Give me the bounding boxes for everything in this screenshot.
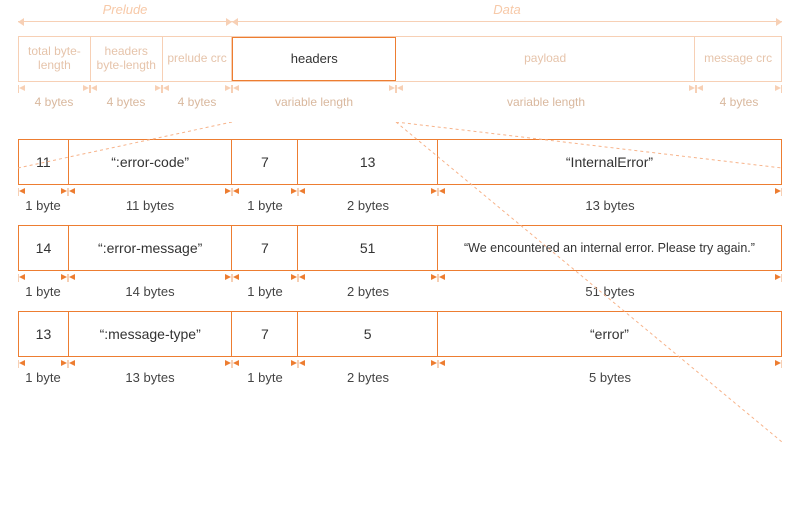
cell-value: “InternalError” [438,140,781,184]
cell-name: “:error-code” [69,140,233,184]
bracket-data: Data [487,2,526,17]
size-label: 1 byte [25,284,60,299]
size-label: 1 byte [247,284,282,299]
cell-type: 7 [232,226,298,270]
field-prelude-crc: prelude crc [163,37,233,81]
field-headers-byte-length: headers byte-length [91,37,163,81]
top-field-row: total byte-length headers byte-length pr… [18,36,782,82]
size-label: variable length [507,95,585,109]
top-size-row: 4 bytes 4 bytes 4 bytes variable length … [18,85,782,103]
cell-name: “:message-type” [69,312,233,356]
size-label: 2 bytes [347,284,389,299]
top-bracket-row: Prelude Data [18,10,782,32]
header-row-3: 13 “:message-type” 7 5 “error” 1 byte 13… [18,311,782,379]
cell-type: 7 [232,312,298,356]
cell-name-length: 14 [19,226,69,270]
cell-value-length: 5 [298,312,438,356]
field-total-byte-length: total byte-length [19,37,91,81]
size-label: 2 bytes [347,370,389,385]
cell-name: “:error-message” [69,226,233,270]
size-label: 4 bytes [178,95,217,109]
cell-value-length: 51 [298,226,438,270]
size-label: 13 bytes [125,370,174,385]
size-label: 51 bytes [585,284,634,299]
size-label: 13 bytes [585,198,634,213]
bracket-prelude: Prelude [97,2,154,17]
size-label: 5 bytes [589,370,631,385]
size-label: 14 bytes [125,284,174,299]
size-label: 1 byte [247,370,282,385]
cell-value-length: 13 [298,140,438,184]
header-row-2: 14 “:error-message” 7 51 “We encountered… [18,225,782,293]
size-label: 11 bytes [126,198,174,213]
field-message-crc: message crc [695,37,781,81]
size-label: 1 byte [247,198,282,213]
cell-type: 7 [232,140,298,184]
size-label: 4 bytes [720,95,759,109]
header-row-1: 11 “:error-code” 7 13 “InternalError” 1 … [18,139,782,207]
field-headers: headers [232,37,396,81]
field-payload: payload [396,37,695,81]
cell-name-length: 13 [19,312,69,356]
cell-value: “We encountered an internal error. Pleas… [438,226,781,270]
cell-name-length: 11 [19,140,69,184]
size-label: 1 byte [25,198,60,213]
size-label: variable length [275,95,353,109]
size-label: 4 bytes [107,95,146,109]
size-label: 1 byte [25,370,60,385]
size-label: 4 bytes [35,95,74,109]
cell-value: “error” [438,312,781,356]
size-label: 2 bytes [347,198,389,213]
